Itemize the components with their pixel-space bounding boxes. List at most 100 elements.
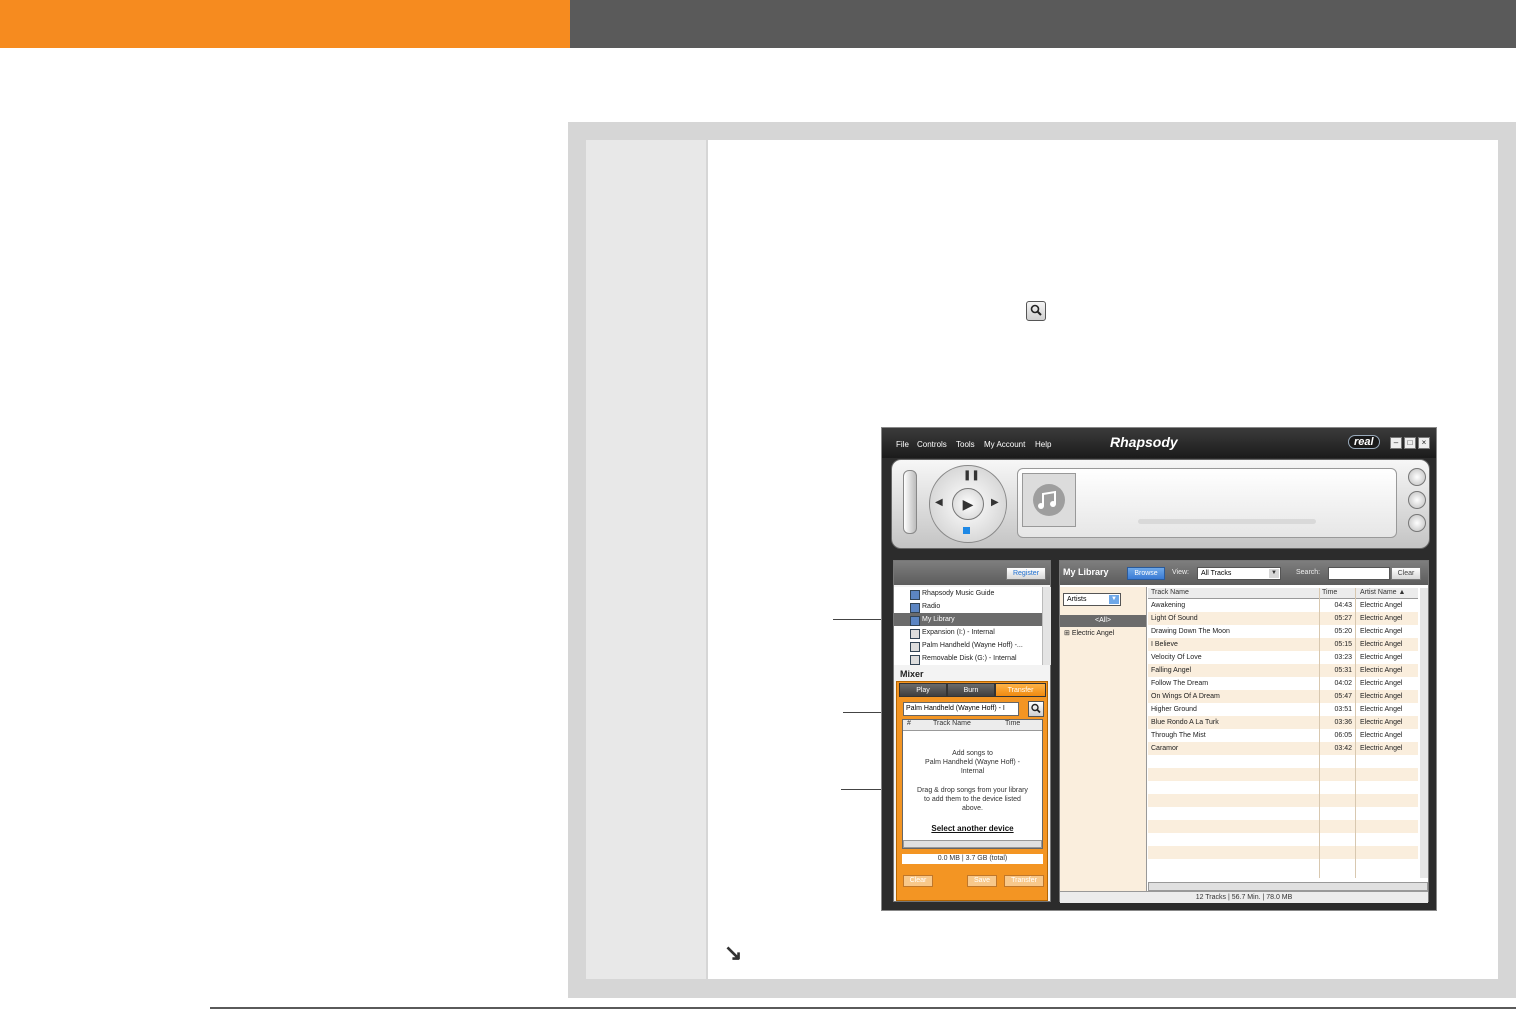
play-button[interactable]: ▶	[952, 488, 984, 520]
device-icon	[910, 629, 920, 639]
select-another-device-link[interactable]: Select another device	[903, 824, 1042, 833]
table-row[interactable]: Awakening 04:43 Electric Angel	[1148, 599, 1418, 612]
table-row[interactable]: Through The Mist 06:05 Electric Angel	[1148, 729, 1418, 742]
view-select[interactable]: All Tracks ▼	[1197, 567, 1281, 580]
save-button[interactable]: Save	[967, 875, 997, 887]
search-input[interactable]	[1328, 567, 1390, 580]
table-row[interactable]: I Believe 05:15 Electric Angel	[1148, 638, 1418, 651]
track-time-cell: 03:51	[1334, 706, 1352, 713]
stop-icon[interactable]	[963, 527, 970, 534]
track-rows: Awakening 04:43 Electric Angel Light Of Sou…	[1148, 599, 1418, 872]
transfer-button[interactable]: Transfer	[1004, 875, 1044, 887]
maximize-icon[interactable]: □	[1404, 437, 1416, 449]
tab-transfer[interactable]: Transfer	[995, 683, 1046, 697]
view-label: View:	[1172, 569, 1189, 576]
col-track-name[interactable]: Track Name	[1151, 588, 1319, 598]
source-pane-header: Register	[894, 561, 1050, 585]
drag-hint-line1: Drag & drop songs from your library	[917, 787, 1028, 794]
menu-tools[interactable]: Tools	[956, 440, 975, 449]
source-list-scrollbar[interactable]	[1042, 587, 1051, 665]
close-icon[interactable]: ×	[1418, 437, 1430, 449]
pause-icon[interactable]: ❚❚	[963, 470, 980, 481]
source-item-label: Palm Handheld (Wayne Hoff) -...	[922, 642, 1023, 649]
side-control-1-icon[interactable]	[1408, 468, 1426, 486]
table-row[interactable]: Falling Angel 05:31 Electric Angel	[1148, 664, 1418, 677]
add-songs-text: Add songs to	[952, 750, 993, 757]
table-row[interactable]: Caramor 03:42 Electric Angel	[1148, 742, 1418, 755]
track-time-cell: 03:42	[1334, 745, 1352, 752]
device-select[interactable]: Palm Handheld (Wayne Hoff) - I	[903, 702, 1019, 716]
play-icon: ▶	[962, 496, 974, 512]
track-name-cell: Falling Angel	[1151, 667, 1192, 674]
side-control-3-icon[interactable]	[1408, 514, 1426, 532]
col-time[interactable]: Time	[1322, 588, 1352, 598]
volume-slider[interactable]	[903, 470, 917, 534]
menu-help[interactable]: Help	[1035, 440, 1051, 449]
menu-file[interactable]: File	[896, 440, 909, 449]
source-item-my-library[interactable]: My Library	[894, 613, 1042, 626]
facet-all[interactable]: <All>	[1060, 615, 1146, 627]
table-row[interactable]: Drawing Down The Moon 05:20 Electric Angel	[1148, 625, 1418, 638]
source-item-radio[interactable]: Radio	[894, 600, 1042, 613]
library-title: My Library	[1063, 567, 1109, 577]
facet-select-value: Artists	[1067, 596, 1087, 603]
table-row-empty	[1148, 768, 1418, 781]
facet-select[interactable]: Artists ▼	[1063, 593, 1121, 606]
source-item-label: My Library	[922, 616, 955, 623]
library-icon	[910, 616, 920, 626]
artist-name-cell: Electric Angel	[1360, 628, 1403, 635]
artist-name-cell: Electric Angel	[1360, 706, 1403, 713]
search-clear-button[interactable]: Clear	[1391, 567, 1421, 580]
track-name-cell: Caramor	[1151, 745, 1179, 752]
drag-hint-line2: to add them to the device listed	[924, 796, 1021, 803]
side-control-2-icon[interactable]	[1408, 491, 1426, 509]
expand-icon[interactable]: ⊞	[1064, 630, 1072, 637]
chevron-down-icon: ▼	[1269, 569, 1279, 578]
track-progress-bar[interactable]	[1138, 519, 1316, 524]
tab-burn[interactable]: Burn	[947, 683, 995, 697]
table-row[interactable]: On Wings Of A Dream 05:47 Electric Angel	[1148, 690, 1418, 703]
column-divider	[1355, 588, 1356, 878]
rhapsody-window: File Controls Tools My Account Help Rhap…	[881, 427, 1437, 911]
source-item-expansion[interactable]: Expansion (I:) - Internal	[894, 626, 1042, 639]
source-item-music-guide[interactable]: Rhapsody Music Guide	[894, 587, 1042, 600]
add-songs-device: Palm Handheld (Wayne Hoff) -	[925, 759, 1020, 766]
menu-my-account[interactable]: My Account	[984, 440, 1025, 449]
drag-hint-line3: above.	[961, 805, 984, 812]
next-icon[interactable]: ▶	[991, 497, 999, 508]
track-time-cell: 06:05	[1334, 732, 1352, 739]
track-table-vscroll[interactable]	[1420, 588, 1428, 878]
table-row[interactable]: Light Of Sound 05:27 Electric Angel	[1148, 612, 1418, 625]
table-row[interactable]: Follow The Dream 04:02 Electric Angel	[1148, 677, 1418, 690]
table-row[interactable]: Blue Rondo A La Turk 03:36 Electric Angel	[1148, 716, 1418, 729]
track-name-cell: Higher Ground	[1151, 706, 1197, 713]
transfer-list-scrollbar[interactable]	[903, 840, 1042, 848]
menu-controls[interactable]: Controls	[917, 440, 947, 449]
track-time-cell: 04:02	[1334, 680, 1352, 687]
artist-name-cell: Electric Angel	[1360, 732, 1403, 739]
clear-button[interactable]: Clear	[903, 875, 933, 887]
source-item-removable-disk[interactable]: Removable Disk (G:) - Internal	[894, 652, 1042, 665]
register-button[interactable]: Register	[1006, 567, 1046, 580]
previous-icon[interactable]: ◀	[935, 497, 943, 508]
col-track-name[interactable]: Track Name	[933, 720, 971, 727]
track-name-cell: Awakening	[1151, 602, 1186, 609]
table-row[interactable]: Higher Ground 03:51 Electric Angel	[1148, 703, 1418, 716]
track-table-hscroll[interactable]	[1148, 882, 1428, 891]
artist-name-cell: Electric Angel	[1360, 680, 1403, 687]
minimize-icon[interactable]: –	[1390, 437, 1402, 449]
artist-name-cell: Electric Angel	[1360, 719, 1403, 726]
col-time[interactable]: Time	[1005, 720, 1020, 727]
table-row-empty	[1148, 820, 1418, 833]
device-icon	[910, 642, 920, 652]
table-row[interactable]: Velocity Of Love 03:23 Electric Angel	[1148, 651, 1418, 664]
col-artist-name[interactable]: Artist Name ▲	[1360, 588, 1418, 598]
table-row-empty	[1148, 781, 1418, 794]
track-name-cell: I Believe	[1151, 641, 1178, 648]
select-device-button[interactable]	[1028, 701, 1044, 717]
browse-button[interactable]: Browse	[1127, 567, 1165, 580]
col-number[interactable]: #	[907, 720, 911, 727]
tab-play[interactable]: Play	[899, 683, 947, 697]
source-item-palm-handheld[interactable]: Palm Handheld (Wayne Hoff) -...	[894, 639, 1042, 652]
facet-artist-row[interactable]: ⊞ Electric Angel	[1064, 629, 1114, 637]
